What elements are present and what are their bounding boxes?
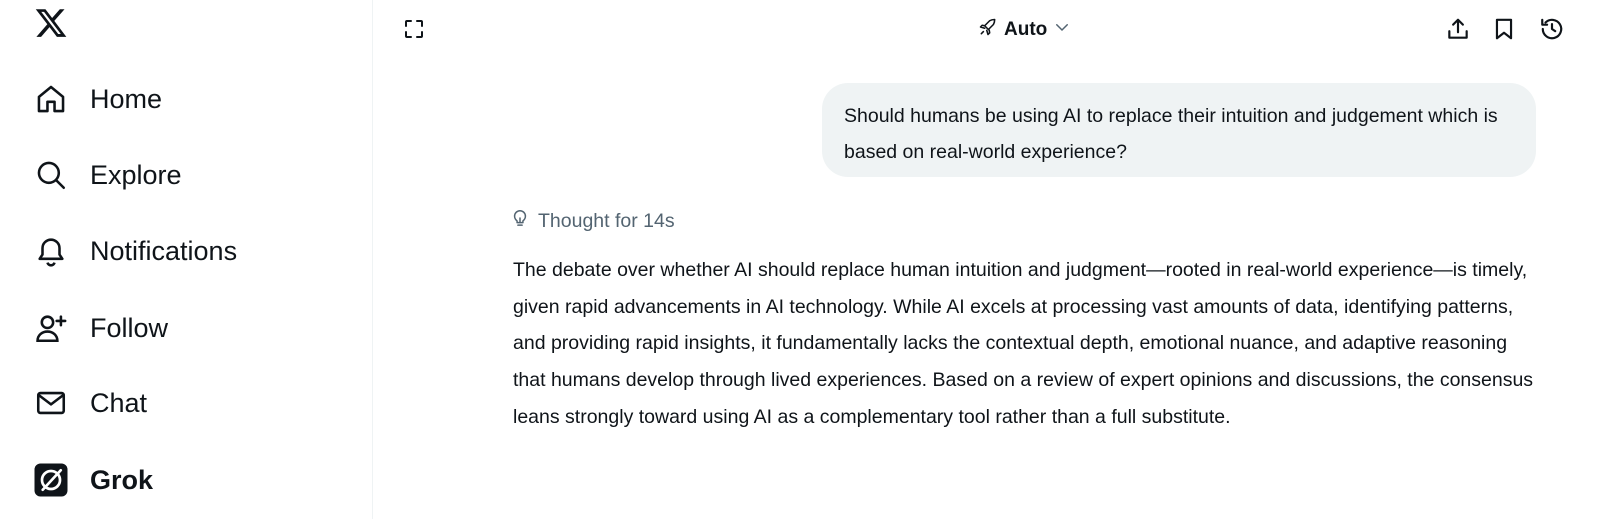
user-message-text: Should humans be using AI to replace the…: [844, 105, 1498, 163]
assistant-response-text: The debate over whether AI should replac…: [513, 259, 1534, 428]
nav-home-label: Home: [90, 83, 163, 114]
bell-icon: [28, 228, 74, 274]
expand-icon: [402, 17, 426, 46]
add-user-icon: [28, 305, 74, 351]
chevron-down-icon: [1053, 18, 1071, 42]
nav-explore-label: Explore: [90, 159, 182, 190]
rocket-icon: [978, 17, 998, 43]
grok-chat-area: Auto Should humans be using AI to replac…: [374, 0, 1600, 519]
nav-chat[interactable]: Chat: [28, 377, 147, 429]
sidebar: Home Explore Notifications Follow Chat G…: [0, 0, 373, 519]
nav-follow-label: Follow: [90, 312, 169, 343]
lightbulb-icon: [510, 207, 530, 235]
grok-icon: [28, 457, 74, 503]
nav-explore[interactable]: Explore: [28, 149, 182, 201]
history-icon: [1539, 16, 1565, 47]
expand-button[interactable]: [398, 15, 430, 47]
bookmark-icon: [1491, 16, 1517, 47]
model-selector-label: Auto: [1004, 19, 1048, 40]
share-icon: [1445, 16, 1471, 47]
nav-follow[interactable]: Follow: [28, 302, 168, 354]
user-message-bubble: Should humans be using AI to replace the…: [822, 83, 1536, 177]
model-selector[interactable]: Auto: [978, 14, 1071, 46]
nav-home[interactable]: Home: [28, 73, 162, 125]
x-logo-icon[interactable]: [34, 6, 68, 40]
bookmark-button[interactable]: [1488, 15, 1520, 47]
thought-label: Thought for 14s: [538, 209, 675, 232]
share-button[interactable]: [1442, 15, 1474, 47]
mail-icon: [28, 380, 74, 426]
home-icon: [28, 76, 74, 122]
nav-grok-label: Grok: [90, 464, 154, 495]
nav-notifications[interactable]: Notifications: [28, 225, 237, 277]
nav-chat-label: Chat: [90, 387, 148, 418]
nav-grok[interactable]: Grok: [28, 454, 153, 506]
nav-notifications-label: Notifications: [90, 235, 238, 266]
history-button[interactable]: [1536, 15, 1568, 47]
search-icon: [28, 152, 74, 198]
thought-toggle[interactable]: Thought for 14s: [510, 207, 675, 235]
